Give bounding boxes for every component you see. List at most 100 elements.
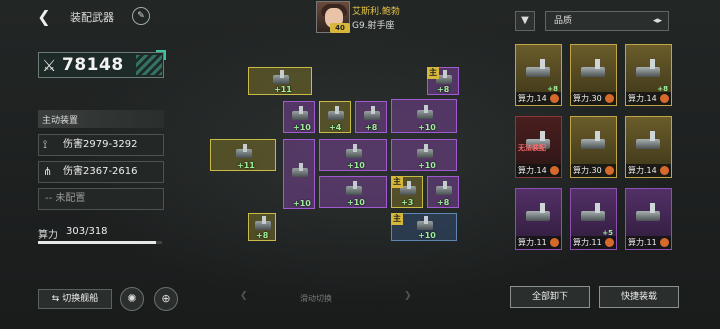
slot-bonus: +11 [237,161,255,170]
grid-slot[interactable]: +8 [427,176,459,208]
weapon-icon [634,59,664,81]
card-power-label: 算力.11 [571,236,616,249]
slot-bonus: +10 [418,231,436,240]
weapon-icon [361,106,383,124]
main-slot-badge: 主 [427,67,439,79]
grid-slot[interactable]: +11 [210,139,276,171]
grid-slot[interactable]: +8 [355,101,387,133]
weapon-icon [579,59,609,81]
unload-all-button[interactable]: 全部卸下 [510,286,590,308]
switch-ship-button[interactable]: ⇆ 切换舰船 [38,289,112,309]
slide-left-arrow: ❮ [240,291,248,301]
weapon-icon [524,203,554,225]
switch-ship-label: 切换舰船 [62,294,99,304]
card-power-label: 算力.14 [626,92,671,105]
slot-bonus: +10 [293,199,311,208]
quality-label: 品质 [554,16,573,26]
slot-bonus: +3 [401,198,414,207]
equipment-card[interactable]: 算力.11 [625,188,672,250]
equipment-card[interactable]: 算力.30 [570,116,617,178]
slot-bonus: +4 [329,123,342,132]
weapon-icon [325,106,347,124]
main-slot-badge: 主 [391,176,403,188]
slot-bonus: +8 [256,231,269,240]
target-icon[interactable]: ⊕ [154,287,178,311]
equipment-card[interactable]: 无法装配算力.14 [515,116,562,178]
card-power-label: 算力.11 [626,236,671,249]
spread-shot-icon: ⋔ [43,165,53,178]
grid-slot[interactable]: +11 [248,67,312,95]
grid-slot[interactable]: +10 [283,139,315,209]
active-slot-2-text: 伤害2367-2616 [63,166,138,177]
weapon-icon [433,181,455,199]
card-power-label: 算力.14 [516,92,561,105]
quality-select[interactable]: 品质 ◂▸ [545,11,669,31]
grid-slot[interactable]: +10 [283,101,315,133]
energy-value: 303/318 [66,226,108,237]
element-icon [660,94,669,103]
element-icon [550,94,559,103]
equipment-card[interactable]: +5 算力.11 [570,188,617,250]
grid-slot[interactable]: +10 [391,139,457,171]
weapon-icon [289,106,311,124]
grid-slot[interactable]: +8 [248,213,276,241]
equipment-card[interactable]: 算力.14 [625,116,672,178]
active-slot-2[interactable]: ⋔ 伤害2367-2616 [38,161,164,183]
slot-bonus: +10 [347,161,365,170]
element-icon [605,238,614,247]
grid-slot[interactable]: +8 主 [427,67,459,95]
card-power-label: 算力.30 [571,164,616,177]
element-icon [605,166,614,175]
power-decoration [136,55,162,75]
cannot-equip-label: 无法装配 [518,144,546,152]
grid-slot[interactable]: +4 [319,101,351,133]
active-equipment-header: 主动装置 [38,110,164,128]
equipment-card[interactable]: +8 算力.14 [515,44,562,106]
grid-slot[interactable]: +3 主 [391,176,423,208]
weapon-icon [343,181,365,199]
power-value: 78148 [62,55,124,75]
weapon-icon [343,144,365,162]
slot-bonus: +8 [365,123,378,132]
radar-icon[interactable]: ✺ [120,287,144,311]
card-power-label: 算力.14 [626,164,671,177]
card-power-label: 算力.14 [516,164,561,177]
brush-icon[interactable]: ✎ [132,7,150,25]
sort-toggle-icon: ◂▸ [652,16,662,26]
chevron-left-icon[interactable]: ❮ [36,8,52,26]
quick-equip-button[interactable]: 快捷装载 [599,286,679,308]
equipment-card[interactable]: 算力.11 [515,188,562,250]
active-slot-1[interactable]: ⟟ 伤害2979-3292 [38,134,164,156]
active-slot-1-text: 伤害2979-3292 [63,139,138,150]
weapon-icon [233,144,255,162]
weapon-icon [414,144,436,162]
slot-bonus: +11 [274,85,292,94]
equipment-card[interactable]: 算力.30 [570,44,617,106]
slot-bonus: +10 [418,161,436,170]
filter-icon[interactable]: ▼ [515,11,535,31]
grid-slot[interactable]: +10 [319,176,387,208]
active-slot-3[interactable]: -- 未配置 [38,188,164,210]
energy-bar-fill [38,241,157,244]
card-power-label: 算力.30 [571,92,616,105]
slot-bonus: +8 [437,85,450,94]
grid-slot[interactable]: +10 主 [391,213,457,241]
slide-hint: 滑动切换 [300,294,332,303]
grid-slot[interactable]: +10 [391,99,457,133]
weapon-icon [579,131,609,153]
swap-icon: ⇆ [51,294,63,304]
weapon-icon [634,203,664,225]
energy-label: 算力 [38,230,58,241]
element-icon [605,94,614,103]
weapon-icon [414,105,436,123]
element-icon [550,166,559,175]
main-slot-badge: 主 [391,213,403,225]
claw-icon: ⟟ [43,138,48,151]
pilot-class: G9.射手座 [352,21,395,31]
slide-right-arrow: ❯ [404,291,412,301]
weapon-icon [634,131,664,153]
equipment-card[interactable]: +8 算力.14 [625,44,672,106]
grid-slot[interactable]: +10 [319,139,387,171]
pilot-name: 艾斯利.鲍勃 [352,7,400,17]
card-power-label: 算力.11 [516,236,561,249]
